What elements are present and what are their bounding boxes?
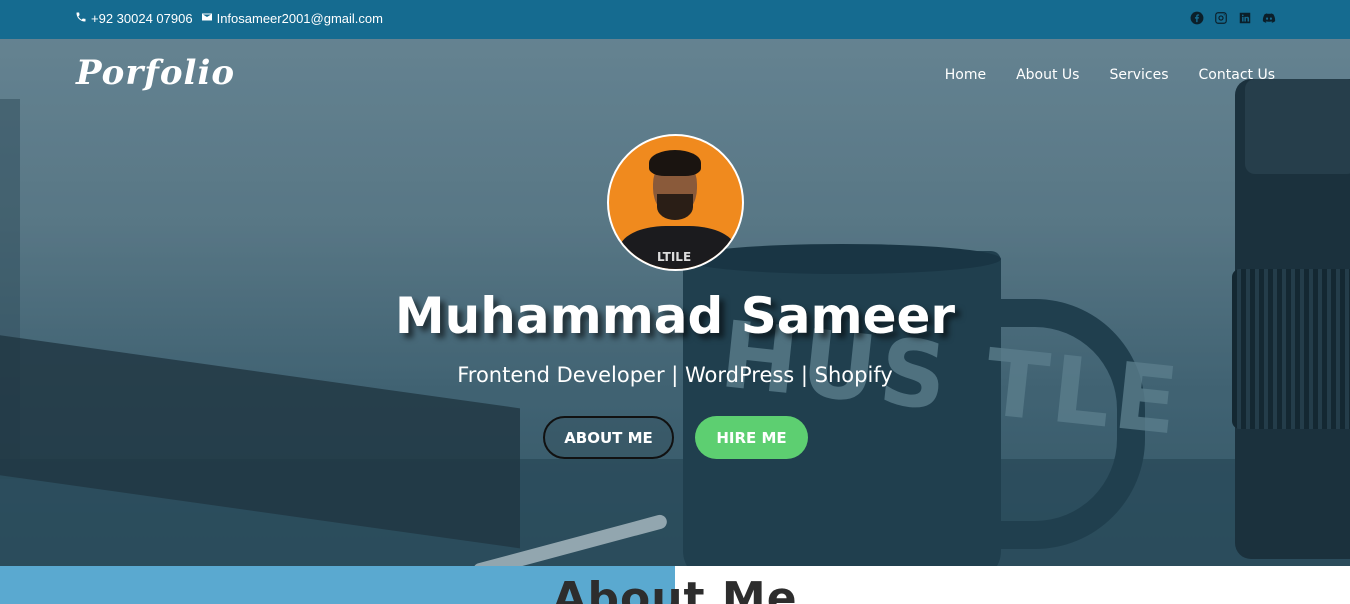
linkedin-icon[interactable]: [1238, 11, 1252, 25]
avatar-shirt: [619, 226, 736, 269]
phone-contact[interactable]: +92 30024 07906: [75, 11, 193, 26]
hero-section: HUS TLE Porfolio Home About Us Services …: [0, 39, 1350, 566]
avatar-shirt-text: LTILE: [657, 250, 692, 264]
contact-info: +92 30024 07906 Infosameer2001@gmail.com: [75, 11, 383, 26]
profile-avatar: LTILE: [607, 134, 744, 271]
hire-me-button[interactable]: HIRE ME: [695, 416, 808, 459]
about-section-title: About Me: [552, 573, 798, 604]
envelope-icon: [201, 11, 213, 26]
main-nav: Home About Us Services Contact Us: [945, 67, 1275, 83]
hero-name: Muhammad Sameer: [394, 287, 956, 345]
about-me-button[interactable]: ABOUT ME: [543, 416, 674, 459]
instagram-icon[interactable]: [1214, 11, 1228, 25]
nav-about-us[interactable]: About Us: [1016, 67, 1079, 83]
facebook-icon[interactable]: [1190, 11, 1204, 25]
discord-icon[interactable]: [1262, 11, 1276, 25]
email-text: Infosameer2001@gmail.com: [216, 11, 383, 26]
avatar-beard: [657, 194, 693, 220]
phone-icon: [75, 11, 87, 26]
avatar-hair: [649, 150, 701, 176]
social-links: [1190, 11, 1276, 25]
top-bar: +92 30024 07906 Infosameer2001@gmail.com: [0, 0, 1350, 39]
phone-text: +92 30024 07906: [91, 11, 193, 26]
site-logo[interactable]: Porfolio: [76, 53, 235, 93]
email-contact[interactable]: Infosameer2001@gmail.com: [201, 11, 383, 26]
nav-home[interactable]: Home: [945, 67, 986, 83]
nav-services[interactable]: Services: [1109, 67, 1168, 83]
nav-contact-us[interactable]: Contact Us: [1199, 67, 1275, 83]
hero-tagline: Frontend Developer | WordPress | Shopify: [457, 363, 893, 387]
